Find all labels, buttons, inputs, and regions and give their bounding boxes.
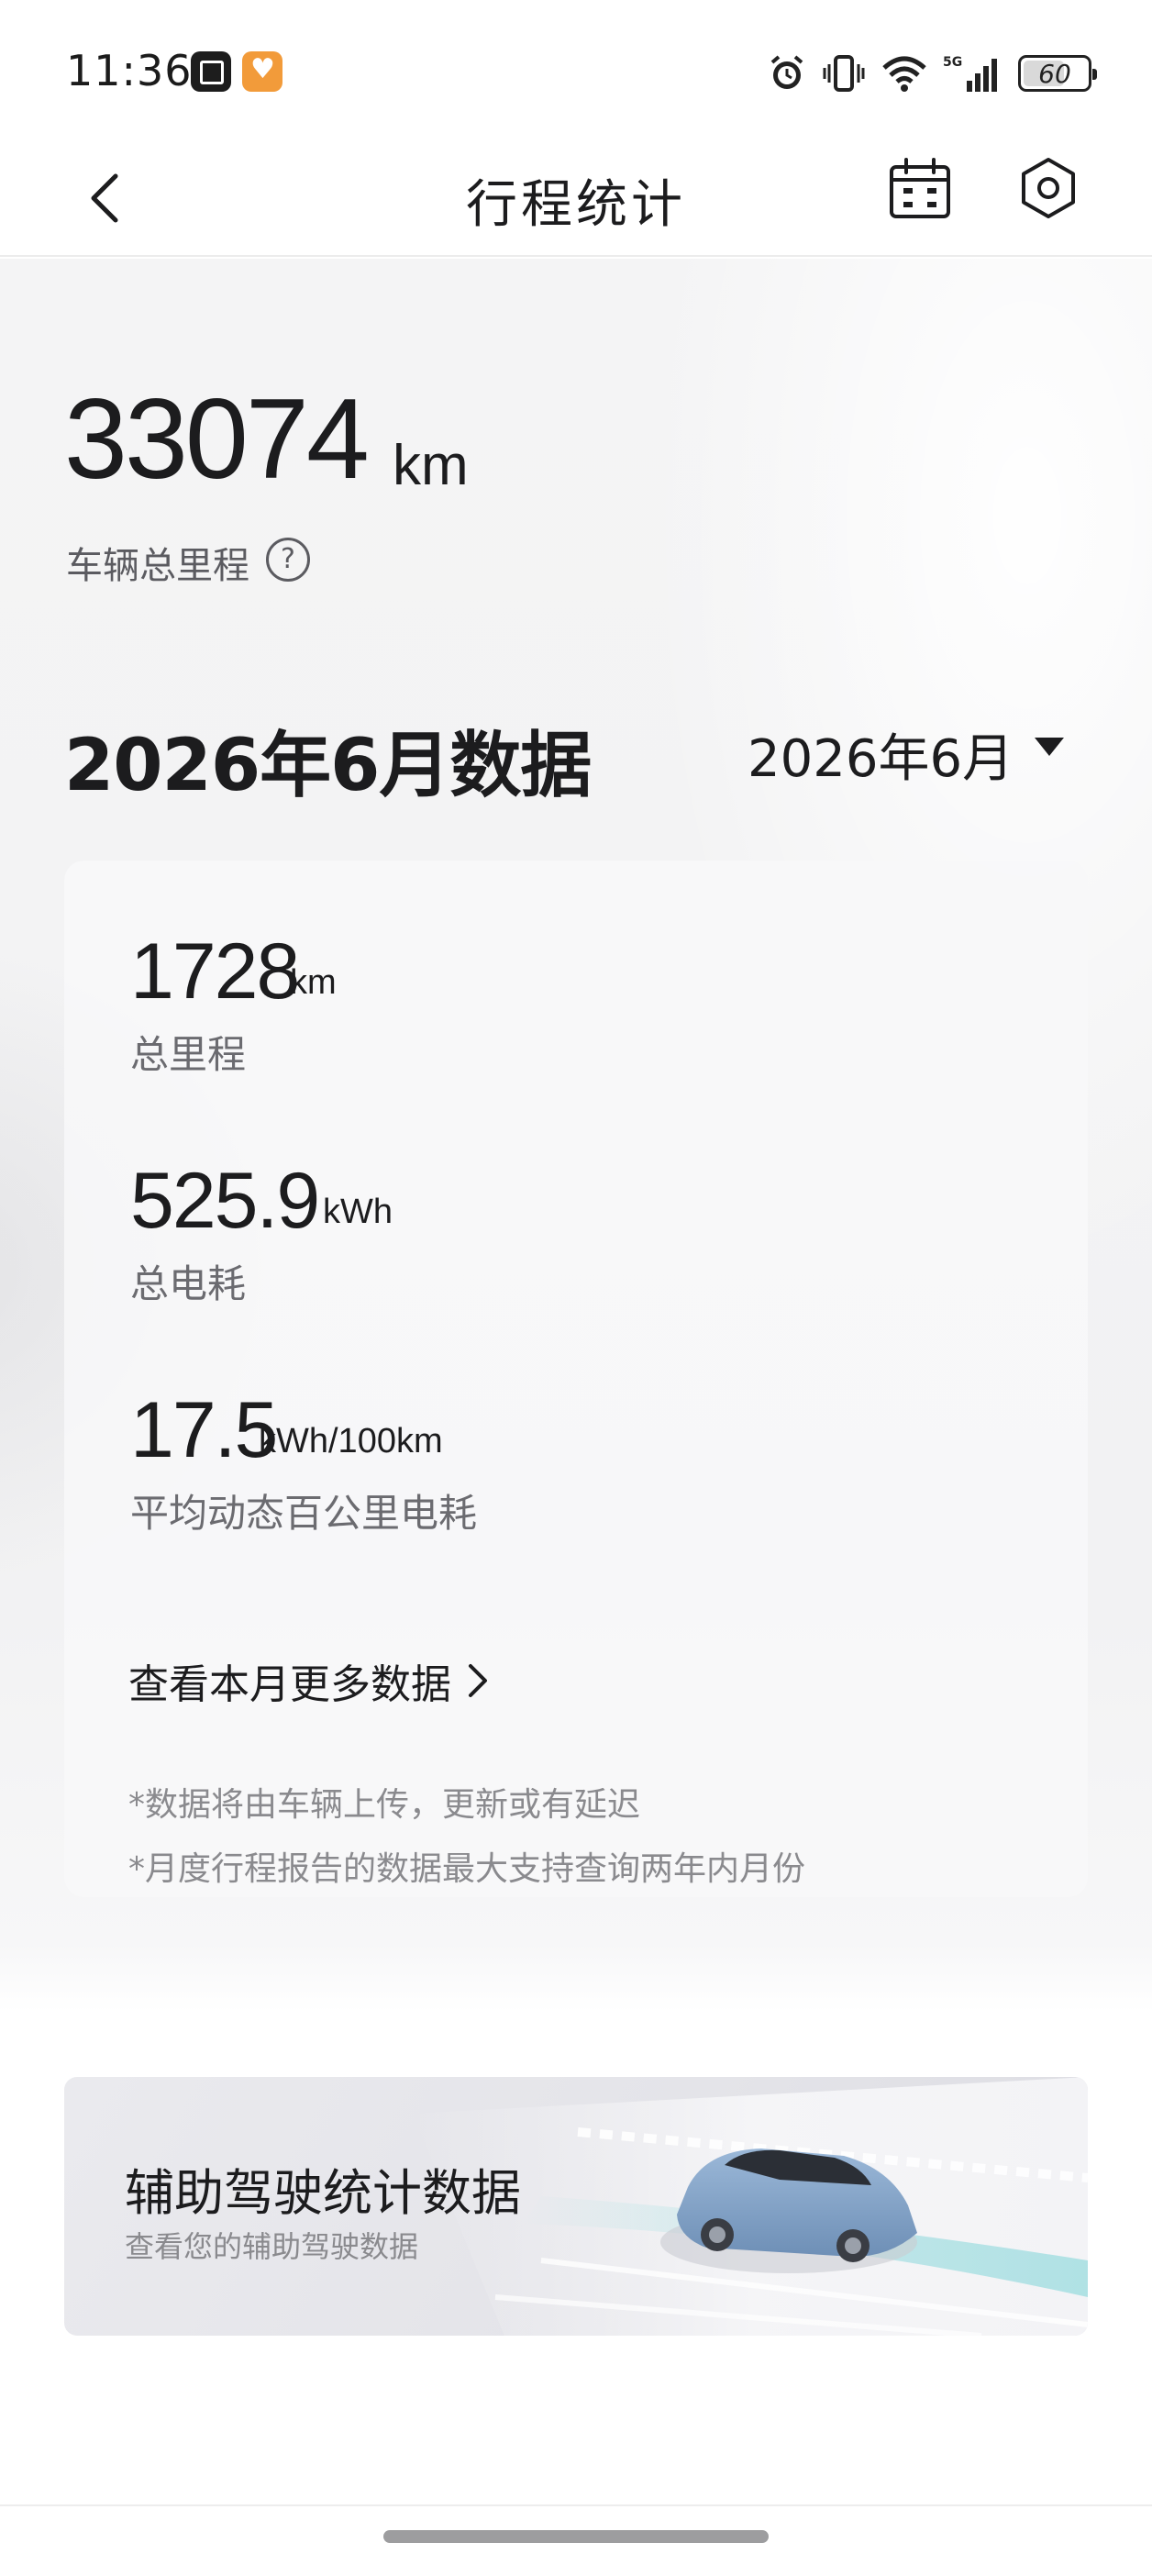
monthly-mileage-unit: km [290, 963, 337, 1002]
cellular-signal-icon: 5G [943, 55, 997, 92]
page-title: 行程统计 [466, 175, 686, 235]
chevron-right-icon [469, 1664, 487, 1697]
caret-down-icon[interactable] [1035, 738, 1064, 756]
monthly-stats-card: 1728 km 总里程 525.9 kWh 总电耗 17.5 kWh/100km… [64, 861, 1088, 1897]
battery-level: 60 [1038, 58, 1071, 89]
monthly-mileage-value: 1728 [130, 927, 300, 1016]
avg-consumption-value: 17.5 [130, 1386, 278, 1474]
avg-consumption-label: 平均动态百公里电耗 [130, 1491, 478, 1536]
monthly-energy-unit: kWh [323, 1193, 393, 1231]
hexagon-gear-icon[interactable] [1016, 156, 1080, 220]
more-data-link[interactable]: 查看本月更多数据 [128, 1651, 490, 1710]
upload-delay-note: *数据将由车辆上传，更新或有延迟 [128, 1786, 641, 1824]
status-icons: 5G 60 [767, 48, 1097, 99]
heart-app-icon [242, 51, 282, 92]
adas-title: 辅助驾驶统计数据 [125, 2164, 521, 2222]
total-mileage-label: 车辆总里程 [66, 545, 249, 587]
question-circle-icon[interactable]: ? [266, 538, 310, 582]
total-mileage-unit: km [393, 434, 469, 497]
more-data-label: 查看本月更多数据 [128, 1661, 451, 1708]
trip-stats-content: 33074 km 车辆总里程 ? 2026年6月数据 2026年6月 1728 … [0, 259, 1152, 2506]
monthly-mileage-label: 总里程 [130, 1032, 247, 1077]
app-notification-icon [191, 51, 231, 92]
home-indicator[interactable] [383, 2530, 769, 2543]
status-time: 11:36 [66, 46, 193, 95]
battery-indicator: 60 [1018, 55, 1097, 92]
month-selector[interactable]: 2026年6月 [748, 717, 1014, 792]
wifi-icon [882, 56, 926, 92]
month-data-title: 2026年6月数据 [64, 725, 592, 807]
bottom-divider [0, 2504, 1152, 2506]
monthly-energy-value: 525.9 [130, 1157, 320, 1245]
calendar-icon[interactable] [888, 156, 952, 220]
monthly-energy-label: 总电耗 [130, 1261, 247, 1306]
alarm-icon [770, 55, 803, 89]
vibrate-icon [823, 55, 865, 92]
status-bar: 11:36 5G 60 [0, 0, 1152, 138]
query-range-note: *月度行程报告的数据最大支持查询两年内月份 [128, 1850, 806, 1888]
total-mileage-value: 33074 [64, 376, 370, 503]
avg-consumption-unit: kWh/100km [259, 1422, 443, 1460]
adas-subtitle: 查看您的辅助驾驶数据 [125, 2229, 419, 2264]
nav-bar: 行程统计 [0, 138, 1152, 257]
adas-stats-banner[interactable]: 辅助驾驶统计数据 查看您的辅助驾驶数据 [64, 2077, 1088, 2336]
svg-text:5G: 5G [943, 55, 962, 70]
